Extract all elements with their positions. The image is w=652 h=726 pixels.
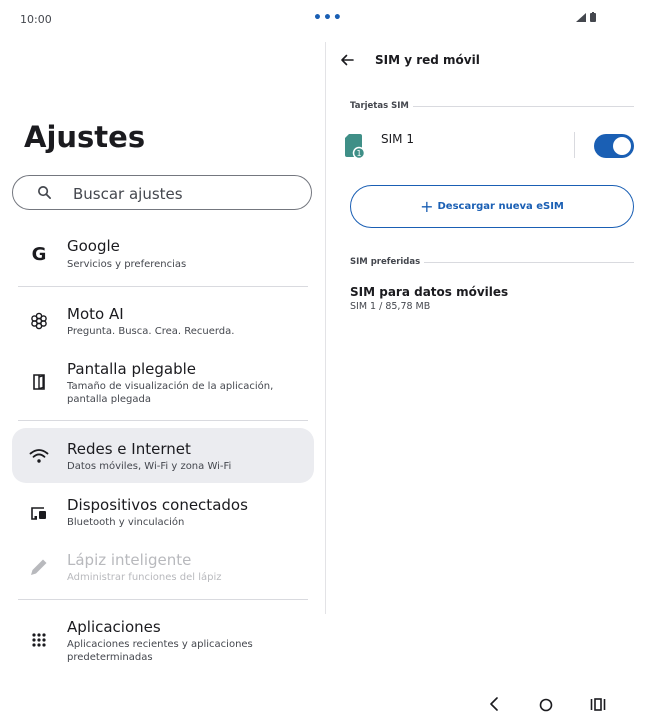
vertical-divider [574,132,575,158]
settings-item-foldable-display[interactable]: Pantalla plegable Tamaño de visualizació… [12,356,314,412]
settings-item-google[interactable]: G Google Servicios y preferencias [12,232,314,282]
apps-grid-icon [28,629,50,651]
settings-item-network-internet[interactable]: Redes e Internet Datos móviles, Wi-Fi y … [12,428,314,483]
foldable-icon [28,371,50,393]
item-subtitle: Bluetooth y vinculación [67,517,185,528]
section-label-sim-cards: Tarjetas SIM [350,101,409,111]
status-dots: ••• [313,10,343,26]
nav-recents-icon[interactable] [590,698,606,711]
settings-item-smart-pen[interactable]: Lápiz inteligente Administrar funciones … [12,547,314,591]
item-title: Lápiz inteligente [67,551,192,569]
settings-item-connected-devices[interactable]: Dispositivos conectados Bluetooth y vinc… [12,492,314,536]
settings-item-moto-ai[interactable]: Moto AI Pregunta. Busca. Crea. Recuerda. [12,300,314,344]
sim-card-row[interactable] [344,130,574,160]
divider [18,286,308,287]
toggle-knob [613,137,631,155]
sim-slot-badge: 1 [356,149,361,158]
sim-label: SIM 1 [381,132,414,146]
item-subtitle: Administrar funciones del lápiz [67,572,222,583]
pane-divider [325,42,326,614]
battery-icon [590,12,596,22]
data-sim-subtitle: SIM 1 / 85,78 MB [350,301,431,312]
item-subtitle: Servicios y preferencias [67,259,187,270]
section-label-preferred-sim: SIM preferidas [350,257,421,267]
wifi-icon [28,445,50,467]
google-icon: G [31,243,47,265]
item-title: Redes e Internet [67,440,191,458]
nav-home-icon[interactable] [539,698,553,712]
sim-toggle[interactable] [594,134,634,158]
item-title: Pantalla plegable [67,360,196,378]
download-esim-button[interactable]: + Descargar nueva eSIM [350,185,634,228]
download-esim-label: Descargar nueva eSIM [437,201,564,212]
item-subtitle: Tamaño de visualización de la aplicación… [67,381,274,405]
nav-back-icon[interactable] [489,697,499,711]
item-title: Moto AI [67,305,124,323]
search-placeholder: Buscar ajustes [73,185,183,203]
status-icons [576,12,596,22]
search-input[interactable]: Buscar ajustes [12,175,312,210]
pen-icon [28,556,50,578]
divider [18,420,308,421]
item-title: Aplicaciones [67,618,161,636]
sim-card-icon: 1 [345,134,366,160]
section-divider [413,106,634,107]
status-time: 10:00 [20,13,52,26]
plus-icon: + [420,196,434,216]
item-title: Dispositivos conectados [67,496,248,514]
settings-item-apps[interactable]: Aplicaciones Aplicaciones recientes y ap… [12,614,314,670]
item-title: Google [67,237,120,255]
divider [18,599,308,600]
back-arrow-icon[interactable] [340,53,354,67]
item-subtitle: Datos móviles, Wi-Fi y zona Wi-Fi [67,461,232,472]
item-subtitle: Pregunta. Busca. Crea. Recuerda. [67,326,235,337]
search-icon [38,186,51,199]
page-title: Ajustes [24,120,146,154]
pane-title: SIM y red móvil [375,53,480,67]
item-subtitle: Aplicaciones recientes y aplicaciones pr… [67,639,253,663]
signal-icon [576,12,586,22]
data-sim-title: SIM para datos móviles [350,285,509,299]
moto-ai-icon [28,310,50,332]
devices-icon [28,503,50,525]
section-divider [424,262,634,263]
